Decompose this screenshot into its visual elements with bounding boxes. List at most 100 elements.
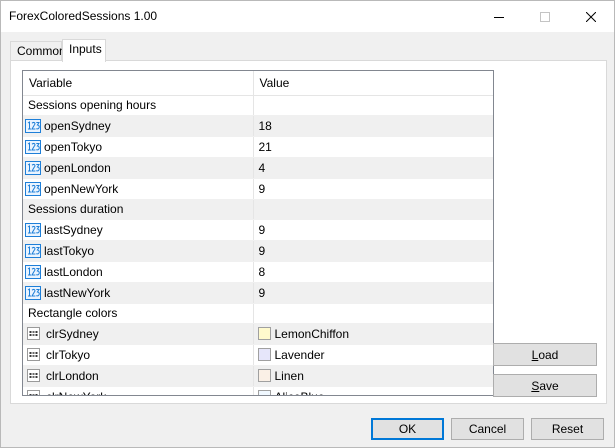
parameter-name: lastNewYork — [44, 285, 111, 300]
parameter-value-cell[interactable]: AliceBlue — [253, 386, 494, 396]
parameter-name-cell[interactable]: clrSydney — [23, 323, 254, 345]
parameter-name-cell[interactable]: lastNewYork — [23, 282, 254, 304]
parameter-value: 9 — [258, 243, 266, 258]
load-button[interactable]: Load — [493, 343, 597, 366]
parameter-row[interactable]: openNewYork 9 — [23, 178, 493, 200]
maximize-button — [522, 1, 568, 32]
integer-type-icon — [25, 160, 41, 175]
integer-type-icon — [25, 118, 41, 133]
minimize-button[interactable] — [476, 1, 522, 32]
parameter-name-wrap: lastTokyo — [23, 241, 252, 261]
parameter-name: openLondon — [44, 160, 111, 175]
color-type-icon — [27, 369, 40, 382]
parameter-row[interactable]: clrNewYork AliceBlue — [23, 386, 494, 396]
group-label: Sessions opening hours — [23, 95, 254, 116]
color-value-text: LemonChiffon — [274, 326, 350, 341]
group-row: Rectangle colors — [23, 303, 493, 324]
parameter-row[interactable]: lastTokyo 9 — [23, 240, 493, 262]
close-button[interactable] — [568, 1, 614, 32]
parameter-name-wrap: lastLondon — [23, 262, 252, 282]
parameter-name-wrap: lastSydney — [23, 220, 252, 240]
parameter-name-cell[interactable]: clrNewYork — [23, 386, 254, 396]
parameter-row[interactable]: clrTokyo Lavender — [23, 344, 494, 366]
close-icon — [586, 11, 596, 22]
color-swatch[interactable] — [257, 327, 271, 340]
tab-inputs[interactable]: Inputs — [62, 39, 106, 62]
parameter-name: lastLondon — [44, 264, 103, 279]
parameter-name-cell[interactable]: openTokyo — [23, 136, 254, 158]
load-button-accelerator: L — [531, 347, 539, 362]
parameter-name-cell[interactable]: clrTokyo — [23, 344, 254, 366]
parameter-name-cell[interactable]: clrLondon — [23, 365, 254, 387]
parameter-value-cell[interactable]: 4 — [253, 157, 493, 179]
integer-type-icon — [25, 285, 41, 300]
parameter-value: 9 — [258, 181, 266, 196]
reset-button[interactable]: Reset — [531, 418, 604, 440]
parameter-value-cell[interactable]: 9 — [253, 240, 493, 262]
cancel-button[interactable]: Cancel — [451, 418, 524, 440]
parameter-name-wrap: openSydney — [23, 116, 252, 136]
inputs-grid[interactable]: Variable Value Sessions opening hours ope… — [22, 70, 494, 396]
parameter-name-cell[interactable]: lastLondon — [23, 261, 254, 283]
parameter-name: openTokyo — [44, 139, 103, 154]
parameter-name-cell[interactable]: openSydney — [23, 115, 254, 137]
parameter-row[interactable]: clrSydney LemonChiffon — [23, 323, 493, 345]
group-value-cell — [253, 95, 493, 116]
integer-type-icon — [25, 264, 41, 279]
column-header-value[interactable]: Value — [253, 71, 493, 96]
dialog-window: ForexColoredSessions 1.00 Common Inputs … — [0, 0, 615, 448]
color-swatch[interactable] — [257, 348, 271, 361]
parameter-value: 4 — [258, 160, 266, 175]
parameter-name-wrap: clrLondon — [23, 366, 252, 386]
parameter-value-cell[interactable]: Linen — [253, 365, 493, 387]
parameter-value: 18 — [258, 118, 272, 133]
save-button[interactable]: Save — [493, 374, 597, 397]
parameter-row[interactable]: clrLondon Linen — [23, 365, 493, 387]
color-type-icon — [27, 348, 40, 361]
parameter-name: clrTokyo — [46, 347, 91, 362]
parameter-row[interactable]: openLondon 4 — [23, 157, 493, 179]
parameter-name: clrSydney — [46, 326, 99, 341]
parameter-name: clrNewYork — [46, 390, 106, 396]
parameter-name-cell[interactable]: openNewYork — [23, 178, 254, 200]
parameter-value-cell[interactable]: Lavender — [253, 344, 494, 366]
integer-type-icon — [25, 222, 41, 237]
parameter-value-cell[interactable]: 9 — [253, 219, 493, 241]
color-value-wrap: AliceBlue — [254, 387, 494, 396]
parameter-value-cell[interactable]: 9 — [253, 178, 493, 200]
integer-type-icon — [25, 139, 41, 154]
integer-type-icon — [25, 181, 41, 196]
parameter-name-cell[interactable]: lastTokyo — [23, 240, 254, 262]
color-swatch[interactable] — [257, 390, 271, 395]
group-label: Rectangle colors — [23, 303, 254, 324]
group-row: Sessions duration — [23, 199, 493, 220]
parameter-row[interactable]: lastSydney 9 — [23, 219, 493, 241]
parameter-row[interactable]: lastLondon 8 — [23, 261, 493, 283]
ok-button[interactable]: OK — [371, 418, 444, 440]
parameter-name: lastTokyo — [44, 243, 95, 258]
group-label: Sessions duration — [23, 199, 254, 220]
parameter-value-cell[interactable]: LemonChiffon — [253, 323, 493, 345]
title-bar[interactable]: ForexColoredSessions 1.00 — [1, 1, 614, 32]
column-header-variable[interactable]: Variable — [23, 71, 254, 96]
parameter-value-cell[interactable]: 8 — [253, 261, 493, 283]
parameter-row[interactable]: lastNewYork 9 — [23, 282, 493, 304]
save-button-accelerator: S — [531, 378, 540, 393]
parameter-value-cell[interactable]: 9 — [253, 282, 493, 304]
parameter-name: lastSydney — [44, 222, 103, 237]
parameter-value-cell[interactable]: 21 — [253, 136, 493, 158]
parameter-value-cell[interactable]: 18 — [253, 115, 493, 137]
color-value-text: AliceBlue — [275, 390, 325, 396]
tab-common[interactable]: Common — [10, 41, 66, 61]
grid-header: Variable Value — [23, 71, 493, 96]
parameter-name: clrLondon — [46, 368, 99, 383]
parameter-name-wrap: clrSydney — [23, 324, 252, 344]
parameter-row[interactable]: openSydney 18 — [23, 115, 493, 137]
parameter-value: 21 — [258, 139, 272, 154]
color-value-wrap: Lavender — [254, 345, 494, 365]
parameter-row[interactable]: openTokyo 21 — [23, 136, 493, 158]
group-value-cell — [253, 199, 493, 220]
color-swatch[interactable] — [257, 369, 271, 382]
parameter-name-cell[interactable]: openLondon — [23, 157, 254, 179]
parameter-name-cell[interactable]: lastSydney — [23, 219, 254, 241]
